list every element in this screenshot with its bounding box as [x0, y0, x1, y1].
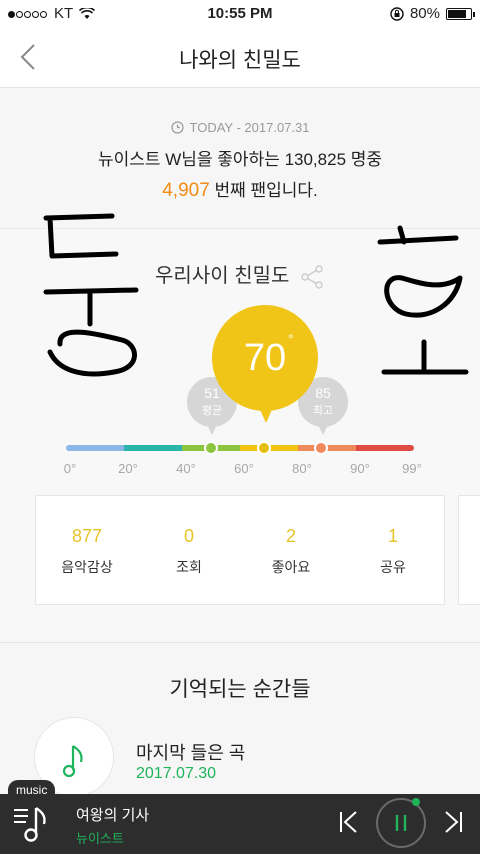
- scale-segment: [124, 445, 182, 451]
- stat-value: 1: [387, 526, 398, 546]
- memories-section: 기억되는 순간들 마지막 들은 곡 2017.07.30: [0, 642, 480, 797]
- intimacy-bubble-tail: [258, 405, 274, 423]
- intimacy-value: 70: [243, 337, 287, 379]
- scale-tick-label: 99°: [402, 461, 422, 476]
- stat-value: 0: [183, 526, 194, 546]
- today-date-row: TODAY - 2017.07.31: [0, 120, 480, 135]
- status-right: 80%: [390, 5, 475, 22]
- handwriting-right: [377, 225, 469, 375]
- fan-rank-suffix: 번째 팬입니다.: [209, 181, 318, 200]
- stat-value: 877: [71, 526, 103, 546]
- scale-tick-label: 20°: [118, 461, 138, 476]
- fan-rank-number: 4,907: [162, 180, 210, 201]
- stat-label: 조회: [176, 559, 202, 575]
- clock-icon: [170, 121, 184, 134]
- scale-tick-label: 0°: [63, 461, 77, 476]
- intimacy-value-bubble: 70 °: [212, 305, 318, 423]
- scale-tick-label: 80°: [292, 461, 312, 476]
- playlist-icon[interactable]: [12, 804, 52, 844]
- average-bubble-tail: [206, 423, 218, 435]
- handwriting-left: [43, 213, 139, 377]
- average-label: 평균: [201, 405, 223, 417]
- best-marker: [314, 441, 328, 455]
- memories-heading: 기억되는 순간들: [169, 678, 311, 701]
- average-marker: [204, 441, 218, 455]
- rotation-lock-icon: [390, 6, 404, 21]
- stat-item: 2 좋아요: [240, 496, 342, 604]
- stat-label: 좋아요: [271, 559, 311, 575]
- previous-track-icon[interactable]: [338, 810, 360, 834]
- mini-player: 여왕의 기사 뉴이스트: [0, 794, 480, 854]
- today-date: TODAY - 2017.07.31: [189, 120, 310, 135]
- stat-item: 877 음악감상: [36, 496, 138, 604]
- memory-title[interactable]: 마지막 들은 곡: [136, 739, 245, 765]
- stat-value: 2: [285, 526, 296, 546]
- pause-icon: [395, 815, 407, 831]
- scale-ticks: 0° 20° 40° 60° 80° 90° 99°: [0, 461, 480, 481]
- next-track-icon[interactable]: [442, 810, 464, 834]
- scale-tick-label: 40°: [176, 461, 196, 476]
- screen: KT 10:55 PM 80% 나와의 친밀도 TODAY - 2017.07.…: [0, 0, 480, 854]
- battery-icon: [446, 7, 475, 20]
- nav-header: 나와의 친밀도: [0, 28, 480, 88]
- scale-segment: [66, 445, 124, 451]
- memory-date: 2017.07.30: [136, 765, 217, 782]
- stat-label: 음악감상: [61, 559, 113, 575]
- stat-item: 0 조회: [138, 496, 240, 604]
- status-bar: KT 10:55 PM 80%: [0, 0, 480, 28]
- today-summary: TODAY - 2017.07.31 뉴이스트 W님을 좋아하는 130,825…: [0, 100, 480, 226]
- share-icon[interactable]: [299, 264, 325, 290]
- now-playing-song[interactable]: 여왕의 기사: [76, 804, 149, 825]
- music-note-icon: [62, 745, 83, 778]
- intimacy-scale-bar: [66, 445, 414, 451]
- scale-tick-label: 90°: [350, 461, 370, 476]
- best-bubble-tail: [317, 423, 329, 435]
- battery-percent: 80%: [409, 5, 440, 22]
- fan-count-text: 뉴이스트 W님을 좋아하는 130,825 명중: [97, 150, 383, 169]
- next-stats-panel-peek[interactable]: [458, 495, 480, 605]
- progress-dot: [412, 798, 420, 806]
- pause-button[interactable]: [376, 798, 426, 848]
- current-marker: [257, 441, 271, 455]
- fan-rank-text: 4,907 번째 팬입니다.: [0, 176, 480, 202]
- intimacy-degree: °: [288, 331, 294, 347]
- scale-tick-label: 60°: [234, 461, 254, 476]
- now-playing-artist[interactable]: 뉴이스트: [76, 828, 124, 847]
- intimacy-title: 우리사이 친밀도: [155, 265, 290, 287]
- stat-item: 1 공유: [342, 496, 444, 604]
- stats-panel[interactable]: 877 음악감상 0 조회 2 좋아요 1 공유: [35, 495, 445, 605]
- page-title: 나와의 친밀도: [179, 49, 301, 72]
- scale-segment: [356, 445, 414, 451]
- stat-label: 공유: [380, 559, 406, 575]
- best-label: 최고: [312, 405, 334, 417]
